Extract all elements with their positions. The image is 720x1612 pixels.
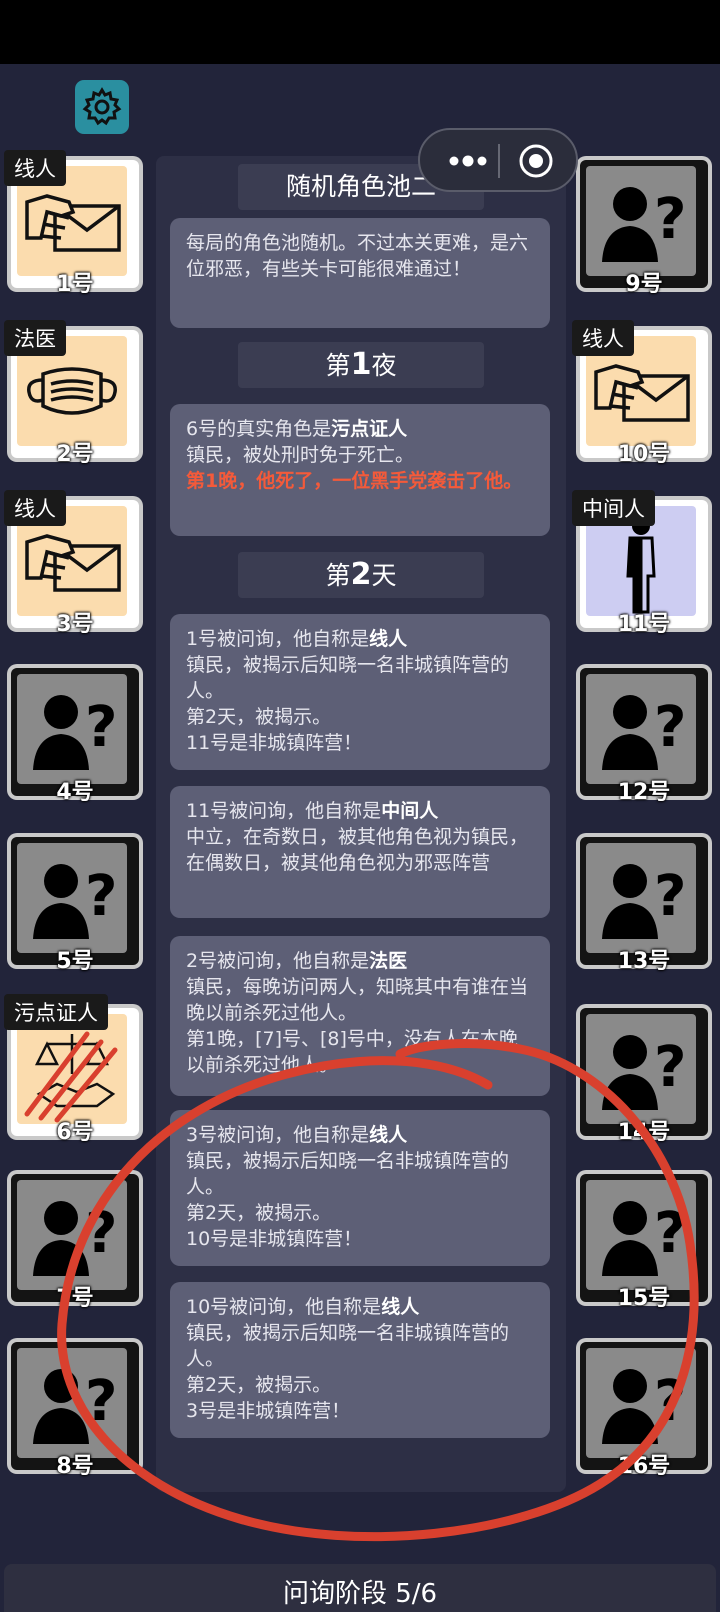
svg-text:?: ? <box>85 1201 117 1266</box>
unknown-person-icon: ? <box>17 1180 127 1290</box>
player-number: 3号 <box>56 612 94 637</box>
player-number: 6号 <box>56 1120 94 1145</box>
player-number: 13号 <box>617 949 671 974</box>
role-tag: 中间人 <box>572 490 655 526</box>
player-card-5[interactable]: ? 5号 <box>7 833 143 974</box>
player-card-9[interactable]: ? 9号 <box>576 156 712 297</box>
player-number: 1号 <box>56 272 94 297</box>
role-tag: 线人 <box>4 150 66 186</box>
svg-text:?: ? <box>654 1201 686 1266</box>
svg-text:?: ? <box>654 1369 686 1434</box>
player-number: 5号 <box>56 949 94 974</box>
player-number: 8号 <box>56 1454 94 1479</box>
player-number: 12号 <box>617 780 671 805</box>
game-board: 1号 线人 2号 法医 3号 线人 ? 4号 ? 5号 6号 污点证人 ? 7号… <box>0 64 720 1612</box>
player-number: 16号 <box>617 1454 671 1479</box>
log-entry: 3号被问询，他自称是线人 镇民，被揭示后知晓一名非城镇阵营的人。 第2天，被揭示… <box>170 1110 550 1266</box>
unknown-person-icon: ? <box>586 166 696 276</box>
player-number: 14号 <box>617 1120 671 1145</box>
svg-text:?: ? <box>85 864 117 929</box>
log-entry: 2号被问询，他自称是法医 镇民，每晚访问两人，知晓其中有谁在当晚以前杀死过他人。… <box>170 936 550 1096</box>
settings-button[interactable] <box>75 80 129 134</box>
unknown-person-icon: ? <box>586 674 696 784</box>
player-number: 7号 <box>56 1286 94 1311</box>
svg-text:?: ? <box>654 695 686 760</box>
unknown-person-icon: ? <box>586 1014 696 1124</box>
svg-text:?: ? <box>654 864 686 929</box>
log-entry: 1号被问询，他自称是线人 镇民，被揭示后知晓一名非城镇阵营的人。 第2天，被揭示… <box>170 614 550 770</box>
more-dots-icon[interactable] <box>438 148 498 174</box>
svg-text:?: ? <box>85 1369 117 1434</box>
scales-handshake-icon <box>17 1014 127 1124</box>
unknown-person-icon: ? <box>17 843 127 953</box>
gear-icon <box>82 87 122 126</box>
night-1-message: 6号的真实角色是污点证人 镇民，被处刑时免于死亡。 第1晚，他死了，一位黑手党袭… <box>170 404 550 536</box>
player-number: 15号 <box>617 1286 671 1311</box>
player-card-7[interactable]: ? 7号 <box>7 1170 143 1311</box>
player-number: 11号 <box>617 612 671 637</box>
player-card-8[interactable]: ? 8号 <box>7 1338 143 1479</box>
player-number: 2号 <box>56 442 94 467</box>
player-card-15[interactable]: ? 15号 <box>576 1170 712 1311</box>
night-1-header: 第1夜 <box>238 342 484 388</box>
player-card-16[interactable]: ? 16号 <box>576 1338 712 1479</box>
player-card-13[interactable]: ? 13号 <box>576 833 712 974</box>
unknown-person-icon: ? <box>586 1348 696 1458</box>
unknown-person-icon: ? <box>586 1180 696 1290</box>
svg-text:?: ? <box>85 695 117 760</box>
target-circle-icon[interactable] <box>518 143 554 179</box>
unknown-person-icon: ? <box>17 1348 127 1458</box>
log-entry: 11号被问询，他自称是中间人 中立，在奇数日，被其他角色视为镇民，在偶数日，被其… <box>170 786 550 918</box>
log-entry: 10号被问询，他自称是线人 镇民，被揭示后知晓一名非城镇阵营的人。 第2天，被揭… <box>170 1282 550 1438</box>
role-tag: 污点证人 <box>4 994 108 1030</box>
mini-program-capsule <box>418 128 578 192</box>
day-2-header: 第2天 <box>238 552 484 598</box>
role-tag: 法医 <box>4 320 66 356</box>
player-card-4[interactable]: ? 4号 <box>7 664 143 805</box>
unknown-person-icon: ? <box>586 843 696 953</box>
svg-text:?: ? <box>654 1035 686 1100</box>
svg-text:?: ? <box>654 187 686 252</box>
player-number: 10号 <box>617 442 671 467</box>
role-tag: 线人 <box>572 320 634 356</box>
player-card-12[interactable]: ? 12号 <box>576 664 712 805</box>
capsule-divider <box>498 144 500 178</box>
unknown-person-icon: ? <box>17 674 127 784</box>
player-card-14[interactable]: ? 14号 <box>576 1004 712 1145</box>
player-number: 9号 <box>625 272 663 297</box>
player-number: 4号 <box>56 780 94 805</box>
phase-bar: 问询阶段 5/6 <box>4 1564 716 1612</box>
game-log-panel[interactable]: 随机角色池二 每局的角色池随机。不过本关更难，是六位邪恶，有些关卡可能很难通过！… <box>156 156 566 1492</box>
pool-description: 每局的角色池随机。不过本关更难，是六位邪恶，有些关卡可能很难通过！ <box>170 218 550 328</box>
role-tag: 线人 <box>4 490 66 526</box>
